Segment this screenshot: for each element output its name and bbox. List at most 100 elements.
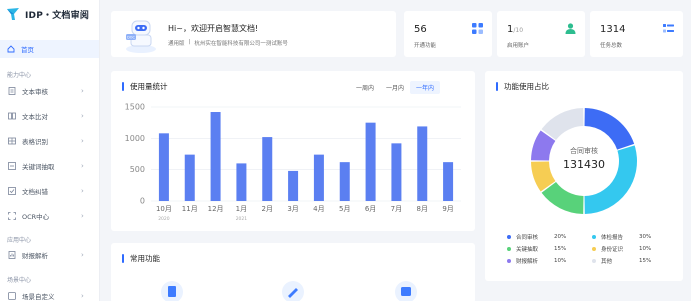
- sidebar-item-scene-custom[interactable]: 场景自定义 ›: [0, 287, 99, 301]
- donut-slice[interactable]: [584, 108, 635, 150]
- chevron-right-icon: ›: [81, 137, 84, 145]
- chevron-right-icon: ›: [81, 162, 84, 170]
- sidebar-item-keyword-extract[interactable]: 关键词抽取 ›: [0, 157, 99, 175]
- usage-card: 使用量统计 一周内 一月内 一年内 0 500 1000 1500 10月 11月 12月 1…: [111, 71, 475, 231]
- sidebar-item-label: OCR中心: [22, 213, 50, 221]
- stat-value: 1314: [600, 24, 626, 35]
- x-tick-label: 5月: [339, 205, 350, 213]
- sidebar-item-home[interactable]: 首页: [0, 40, 99, 58]
- chevron-right-icon: ›: [81, 251, 84, 259]
- bar[interactable]: [417, 126, 428, 201]
- group-title-scene: 场景中心: [7, 277, 32, 284]
- bar[interactable]: [210, 112, 221, 201]
- legend-dot: [507, 247, 511, 251]
- sidebar-item-table-recognition[interactable]: 表格识别 ›: [0, 132, 99, 150]
- y-tick-label: 1500: [125, 103, 145, 112]
- sidebar-item-ocr-center[interactable]: OCR中心 ›: [0, 207, 99, 225]
- y-tick-label: 0: [140, 197, 145, 206]
- group-title-capability: 能力中心: [7, 72, 32, 79]
- doc-badge-text: DOC: [127, 36, 135, 40]
- bar[interactable]: [236, 163, 247, 201]
- bar[interactable]: [288, 170, 299, 201]
- share-legend: 合同审核 20% 体检报告 30% 关键抽取 15% 身份证识 10% 财报解析 10% 其他 15%: [507, 231, 677, 267]
- bar[interactable]: [365, 122, 376, 201]
- bar[interactable]: [391, 143, 402, 201]
- stat-card-features[interactable]: 56 开通功能: [404, 11, 492, 57]
- sidebar-item-label: 表格识别: [22, 138, 48, 146]
- legend-dot: [592, 235, 596, 239]
- tab-month[interactable]: 一月内: [380, 81, 410, 94]
- app-logo[interactable]: IDP・文档审阅: [6, 7, 89, 21]
- company-name: 杭州实在智能科技有限公司一测试账号: [194, 41, 288, 47]
- home-icon: [7, 45, 15, 53]
- donut-slice[interactable]: [541, 181, 584, 214]
- separator: |: [188, 39, 191, 45]
- sidebar-item-label: 文档纠错: [22, 188, 48, 196]
- legend-dot: [592, 259, 596, 263]
- sidebar-item-text-compare[interactable]: 文本比对 ›: [0, 107, 99, 125]
- legend-item[interactable]: 合同审核 20%: [507, 233, 592, 241]
- legend-dot: [592, 247, 596, 251]
- user-icon: [565, 23, 576, 34]
- function-contract-icon[interactable]: [161, 281, 183, 301]
- sidebar-item-label: 关键词抽取: [22, 163, 55, 171]
- legend-pct: 10%: [554, 258, 567, 264]
- legend-name: 关键抽取: [516, 247, 539, 253]
- welcome-card: DOC Hi~，欢迎开启智慧文档! 通用版 | 杭州实在智能科技有限公司一测试账…: [111, 11, 396, 57]
- x-tick-label: 4月: [313, 205, 324, 213]
- donut-center-value: 131430: [563, 158, 605, 171]
- share-card: 功能使用占比 合同审核 131430 合同审核 20% 体检报告 30% 关键抽取 15% 身…: [485, 71, 683, 281]
- chevron-right-icon: ›: [81, 212, 84, 220]
- stat-card-tasks[interactable]: 1314 任务总数: [590, 11, 683, 57]
- stat-card-accounts[interactable]: 1/10 启用账户: [497, 11, 585, 57]
- function-stamp-icon[interactable]: [282, 281, 304, 301]
- table-icon: [8, 137, 16, 145]
- legend-pct: 10%: [639, 246, 652, 252]
- donut-center-label: 合同审核: [570, 146, 598, 155]
- app-title: IDP・文档审阅: [25, 10, 90, 21]
- compare-icon: [8, 112, 16, 120]
- sidebar-item-label: 文本审核: [22, 88, 48, 96]
- legend-pct: 15%: [639, 258, 652, 264]
- legend-item[interactable]: 其他 15%: [592, 257, 677, 265]
- x-tick-label: 10月: [156, 205, 172, 213]
- legend-item[interactable]: 关键抽取 15%: [507, 245, 592, 253]
- group-title-application: 应用中心: [7, 237, 32, 244]
- tab-year[interactable]: 一年内: [410, 81, 441, 94]
- x-tick-label: 7月: [391, 205, 402, 213]
- donut-slice[interactable]: [584, 145, 637, 214]
- function-scanner-icon[interactable]: [395, 281, 417, 301]
- correction-icon: [8, 187, 16, 195]
- doc-robot-icon: DOC: [126, 20, 156, 53]
- donut-slice[interactable]: [541, 108, 584, 141]
- bar[interactable]: [184, 154, 195, 201]
- legend-item[interactable]: 体检报告 30%: [592, 233, 677, 241]
- common-functions-card: 常用功能: [111, 243, 475, 301]
- sidebar-item-label: 财报解析: [22, 252, 48, 260]
- stat-label: 启用账户: [507, 43, 530, 49]
- legend-item[interactable]: 身份证识 10%: [592, 245, 677, 253]
- sidebar-item-doc-correction[interactable]: 文档纠错 ›: [0, 182, 99, 200]
- extract-icon: [8, 162, 16, 170]
- bar[interactable]: [339, 162, 350, 201]
- sidebar-item-financial-report[interactable]: 财报解析 ›: [0, 246, 99, 264]
- legend-item[interactable]: 财报解析 10%: [507, 257, 592, 265]
- y-tick-label: 500: [130, 165, 145, 174]
- legend-dot: [507, 259, 511, 263]
- sidebar-item-text-review[interactable]: 文本审核 ›: [0, 82, 99, 100]
- bar[interactable]: [443, 162, 454, 201]
- tab-week[interactable]: 一周内: [350, 81, 380, 94]
- sidebar-item-label: 文本比对: [22, 113, 48, 121]
- x-tick-label: 3月: [287, 205, 298, 213]
- common-title: 常用功能: [122, 253, 160, 264]
- usage-bar-chart: 0 500 1000 1500 10月 11月 12月 1月 2月 3月 4月 5月 6月 7月 8月 9月 2…: [125, 103, 461, 222]
- legend-dot: [507, 235, 511, 239]
- task-list-icon: [663, 24, 674, 33]
- chevron-right-icon: ›: [81, 292, 84, 300]
- bar[interactable]: [313, 154, 324, 201]
- bar[interactable]: [262, 137, 273, 201]
- grid-icon: [472, 23, 483, 34]
- sidebar-item-label: 首页: [21, 46, 34, 54]
- bar[interactable]: [158, 133, 169, 201]
- legend-row: 关键抽取 15% 身份证识 10%: [507, 243, 677, 255]
